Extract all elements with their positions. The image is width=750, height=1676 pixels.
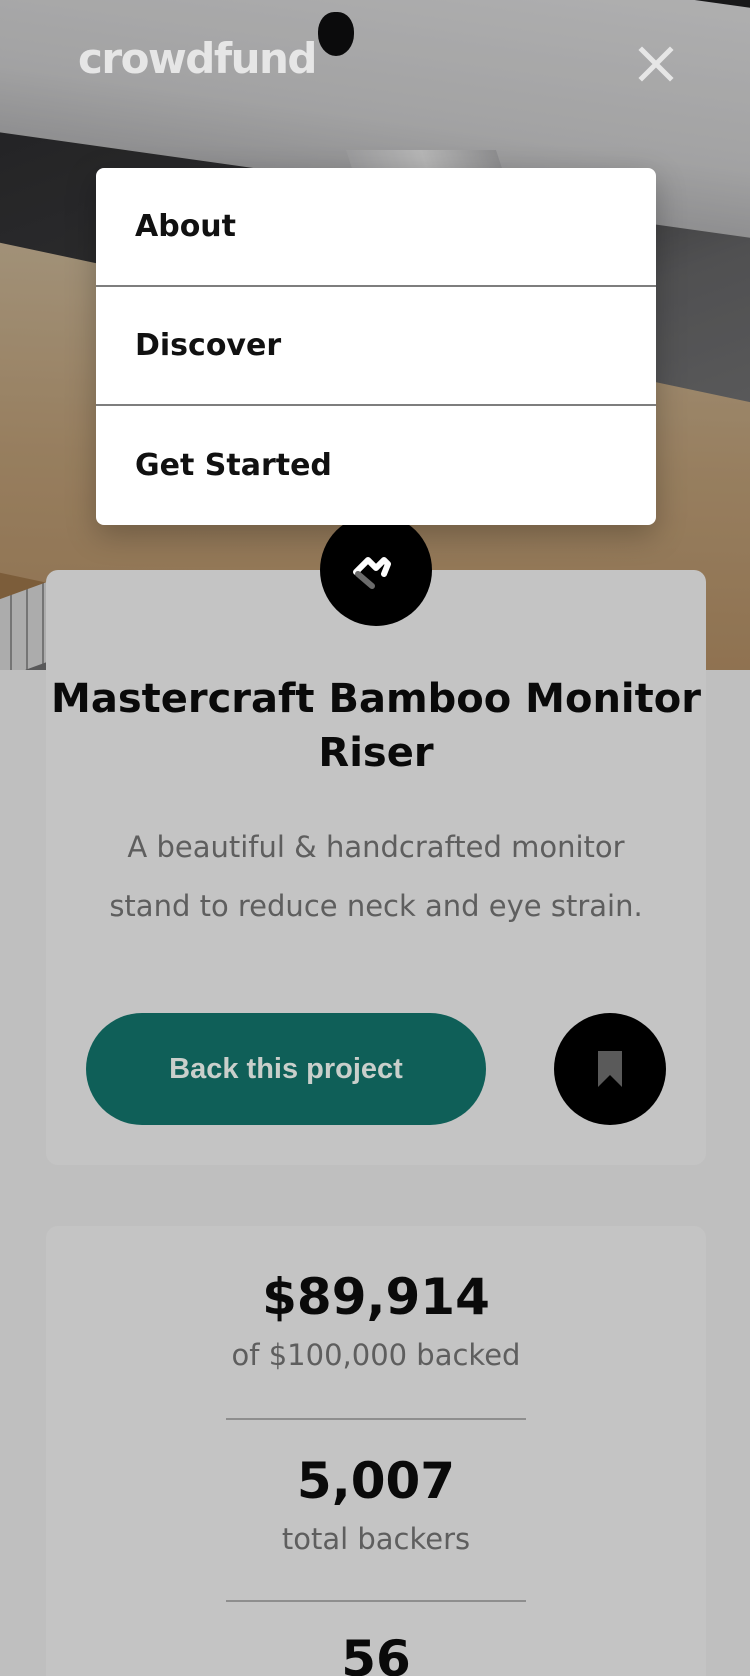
mastercraft-logo-icon [320, 514, 432, 626]
bookmark-button[interactable] [554, 1013, 666, 1125]
stat-backers-value: 5,007 [296, 1452, 456, 1510]
stat-backers-label: total backers [281, 1522, 471, 1556]
stats-divider [226, 1418, 526, 1420]
mobile-nav-menu: About Discover Get Started [96, 168, 656, 525]
stat-backed-label: of $100,000 backed [231, 1338, 521, 1372]
menu-item-about[interactable]: About [96, 168, 656, 287]
menu-item-get-started[interactable]: Get Started [96, 406, 656, 525]
stats-divider [226, 1600, 526, 1602]
project-description: A beautiful & handcrafted monitor stand … [109, 830, 643, 923]
stat-backed-value: $89,914 [262, 1268, 490, 1326]
stat-days-value: 56 [341, 1630, 411, 1676]
menu-item-discover[interactable]: Discover [96, 287, 656, 406]
close-icon[interactable] [636, 44, 676, 84]
bookmark-icon [598, 1051, 622, 1087]
crowdfund-logo[interactable]: crowdfund [78, 34, 317, 83]
project-title: Mastercraft Bamboo Monitor Riser [51, 676, 701, 776]
site-header: crowdfund [0, 0, 750, 130]
back-project-button[interactable]: Back this project [86, 1013, 486, 1125]
